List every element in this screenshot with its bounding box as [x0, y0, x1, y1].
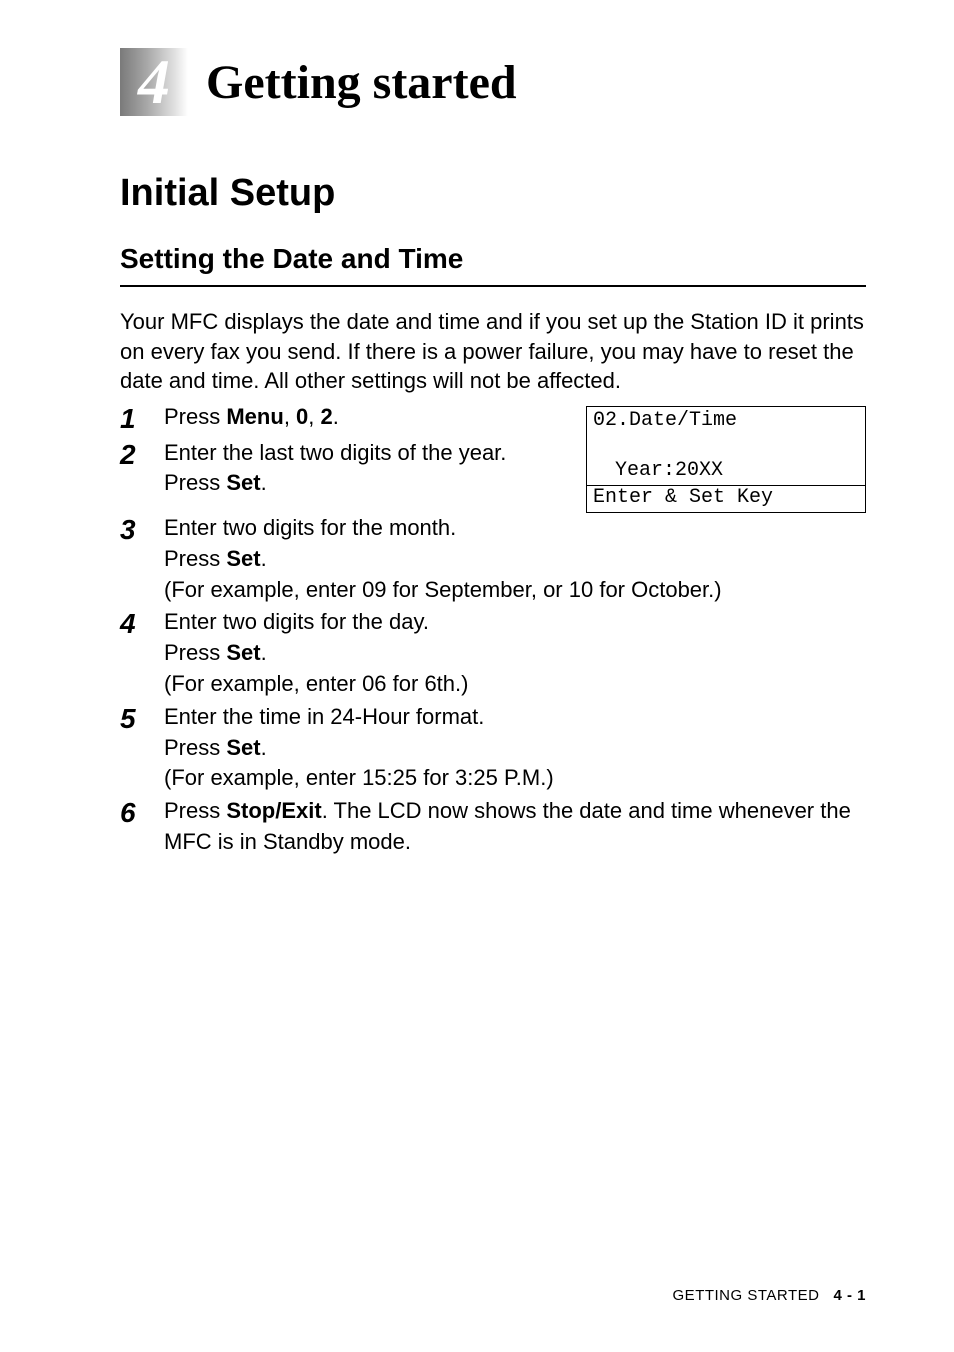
- step-number: 2: [120, 438, 164, 472]
- key-set: Set: [226, 546, 260, 571]
- intro-text: Your MFC displays the date and time and …: [120, 307, 866, 396]
- step-body: Enter the last two digits of the year. P…: [164, 438, 574, 500]
- chapter-number: 4: [138, 50, 170, 114]
- step-body: Enter two digits for the month. Press Se…: [164, 513, 866, 605]
- step-number: 6: [120, 796, 164, 830]
- lcd-line-3: Enter & Set Key: [587, 486, 865, 512]
- key-set: Set: [226, 640, 260, 665]
- step-body: Enter two digits for the day. Press Set.…: [164, 607, 866, 699]
- step-list: 1 Press Menu, 0, 2. 2 Enter the last two…: [120, 402, 574, 499]
- step-text: Press: [164, 404, 226, 429]
- lcd-line-2: Year:20XX: [593, 433, 859, 483]
- step-number: 4: [120, 607, 164, 641]
- key-0: 0: [296, 404, 308, 429]
- steps-with-lcd-row: 1 Press Menu, 0, 2. 2 Enter the last two…: [120, 402, 866, 513]
- step-2: 2 Enter the last two digits of the year.…: [120, 438, 574, 500]
- step-number: 1: [120, 402, 164, 436]
- footer-label: GETTING STARTED: [673, 1287, 820, 1304]
- step-body: Press Menu, 0, 2.: [164, 402, 574, 433]
- step-text: .: [261, 735, 267, 760]
- step-text: Enter two digits for the day.: [164, 609, 429, 634]
- key-stop-exit: Stop/Exit: [226, 798, 321, 823]
- key-set: Set: [226, 735, 260, 760]
- step-number: 5: [120, 702, 164, 736]
- step-text: Press: [164, 798, 226, 823]
- chapter-number-box: 4: [120, 48, 188, 116]
- step-5: 5 Enter the time in 24-Hour format. Pres…: [120, 702, 866, 794]
- sep: ,: [308, 404, 320, 429]
- step-text: .: [333, 404, 339, 429]
- lcd-line-1: 02.Date/Time: [593, 409, 859, 433]
- step-text: .: [261, 546, 267, 571]
- subsection-title: Setting the Date and Time: [120, 243, 866, 287]
- step-6: 6 Press Stop/Exit. The LCD now shows the…: [120, 796, 866, 858]
- step-1: 1 Press Menu, 0, 2.: [120, 402, 574, 436]
- step-text: (For example, enter 06 for 6th.): [164, 671, 468, 696]
- step-text: Press: [164, 640, 226, 665]
- section-title: Initial Setup: [120, 172, 866, 215]
- step-text: Enter the time in 24-Hour format.: [164, 704, 484, 729]
- page-footer: GETTING STARTED 4 - 1: [673, 1287, 866, 1304]
- key-set: Set: [226, 470, 260, 495]
- footer-page-number: 4 - 1: [833, 1287, 866, 1304]
- chapter-title: Getting started: [206, 55, 517, 110]
- chapter-header: 4 Getting started: [120, 48, 866, 116]
- step-text: .: [261, 640, 267, 665]
- step-number: 3: [120, 513, 164, 547]
- step-body: Press Stop/Exit. The LCD now shows the d…: [164, 796, 866, 858]
- step-3: 3 Enter two digits for the month. Press …: [120, 513, 866, 605]
- step-text: Press: [164, 546, 226, 571]
- lcd-display: 02.Date/Time Year:20XX Enter & Set Key: [586, 406, 866, 513]
- step-body: Enter the time in 24-Hour format. Press …: [164, 702, 866, 794]
- sep: ,: [284, 404, 296, 429]
- step-4: 4 Enter two digits for the day. Press Se…: [120, 607, 866, 699]
- step-text: Enter the last two digits of the year.: [164, 440, 506, 465]
- step-text: Press: [164, 735, 226, 760]
- step-text: Enter two digits for the month.: [164, 515, 456, 540]
- key-menu: Menu: [226, 404, 283, 429]
- lcd-top-section: 02.Date/Time Year:20XX: [587, 407, 865, 486]
- step-text: (For example, enter 15:25 for 3:25 P.M.): [164, 765, 554, 790]
- step-text: Press: [164, 470, 226, 495]
- step-text: .: [261, 470, 267, 495]
- step-text: (For example, enter 09 for September, or…: [164, 577, 722, 602]
- step-list-continued: 3 Enter two digits for the month. Press …: [120, 513, 866, 858]
- key-2: 2: [321, 404, 333, 429]
